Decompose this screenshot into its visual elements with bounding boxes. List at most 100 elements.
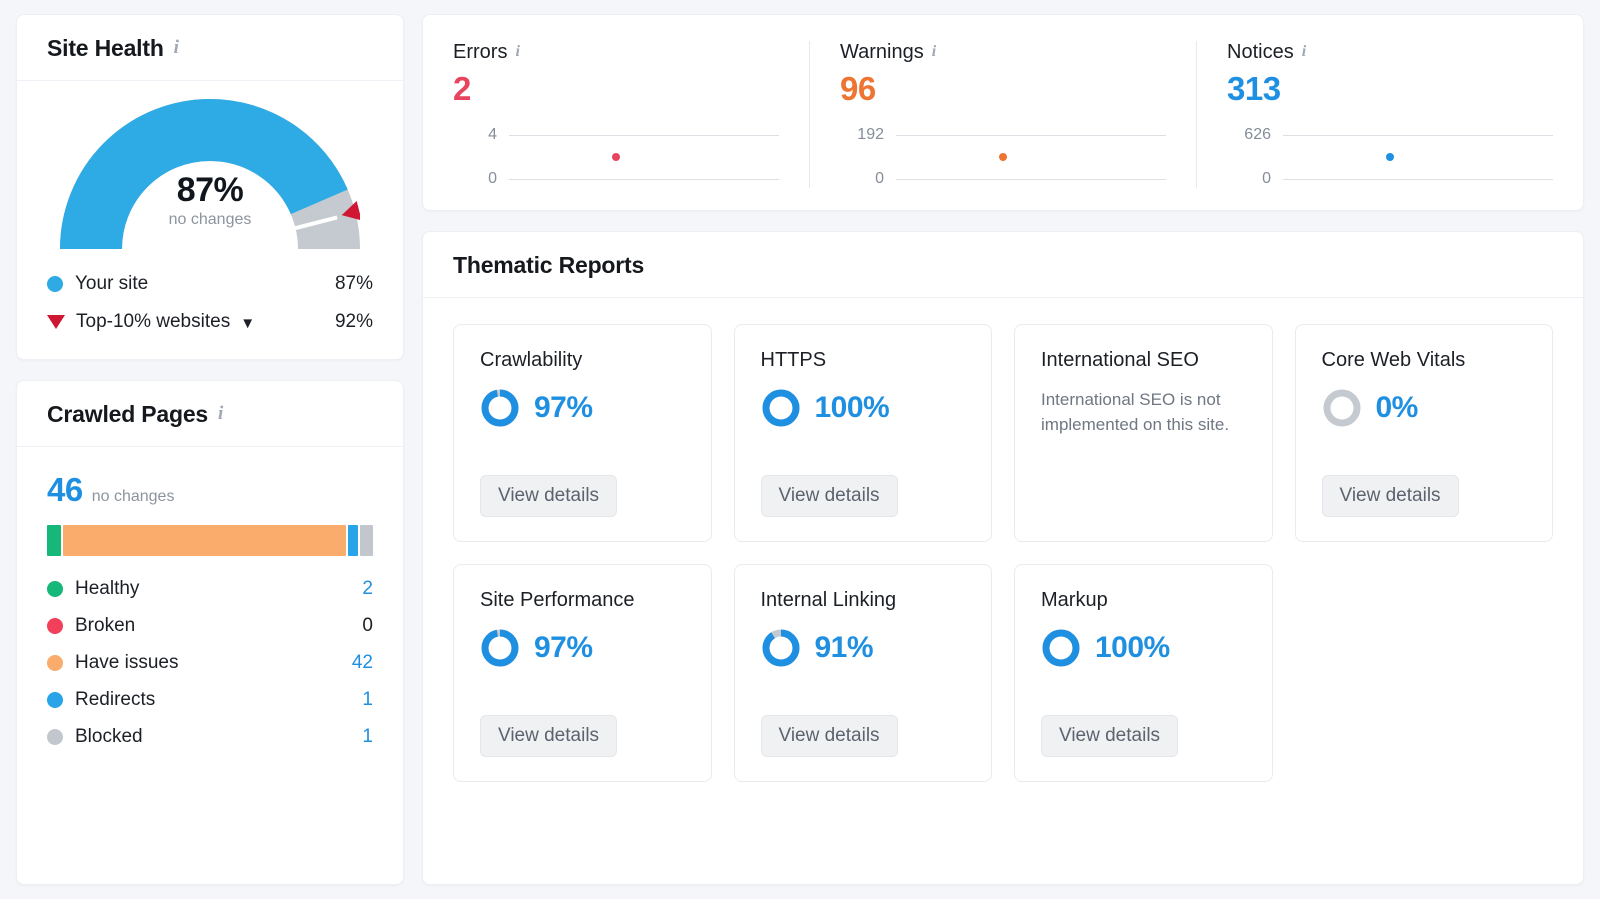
sparkline-axis-top: 626 xyxy=(1227,126,1553,144)
sparkline-gridline xyxy=(509,179,779,180)
dashboard-page: Site Health i xyxy=(0,0,1600,899)
thematic-report-tile[interactable]: Core Web Vitals0%View details xyxy=(1295,324,1554,542)
thematic-report-tile[interactable]: Site Performance97%View details xyxy=(453,564,712,782)
stat-label: Warnings xyxy=(840,41,924,64)
legend-label: Top-10% websites xyxy=(76,311,230,333)
thematic-report-name: Core Web Vitals xyxy=(1322,349,1527,372)
progress-ring-icon xyxy=(761,628,801,668)
thematic-report-name: Markup xyxy=(1041,589,1246,612)
thematic-report-tile[interactable]: International SEOInternational SEO is no… xyxy=(1014,324,1273,542)
thematic-report-percent: 100% xyxy=(1095,631,1170,665)
crawled-pages-body: 46 no changes Healthy2 Broken0 Have issues… xyxy=(17,447,403,778)
right-column: Errorsi240Warningsi961920Noticesi3136260… xyxy=(422,14,1584,885)
info-icon[interactable]: i xyxy=(174,38,179,57)
legend-item-your-site: Your site 87% xyxy=(47,273,373,295)
stacked-bar-segment[interactable] xyxy=(47,525,61,556)
crawled-pages-title: Crawled Pages xyxy=(47,401,208,428)
sparkline-tick-max: 626 xyxy=(1227,126,1271,144)
info-icon[interactable]: i xyxy=(1302,44,1306,60)
thematic-report-tile[interactable]: HTTPS 100% View details xyxy=(734,324,993,542)
site-health-gauge: 87% no changes xyxy=(60,99,360,257)
thematic-reports-row-1: Crawlability 97% View details HTTPS 100% View… xyxy=(453,324,1553,542)
legend-dot-icon xyxy=(47,276,63,292)
stat-value: 313 xyxy=(1227,70,1553,108)
thematic-report-tile[interactable]: Markup 100% View details xyxy=(1014,564,1273,782)
stat-label-row: Errorsi xyxy=(453,41,779,64)
thematic-report-percent: 97% xyxy=(534,631,593,665)
crawled-pages-row[interactable]: Broken0 xyxy=(47,615,373,637)
sparkline-point[interactable] xyxy=(999,153,1007,161)
view-details-button[interactable]: View details xyxy=(1041,715,1178,757)
thematic-report-tile[interactable]: Crawlability 97% View details xyxy=(453,324,712,542)
issue-stats-card: Errorsi240Warningsi961920Noticesi3136260 xyxy=(422,14,1584,211)
site-health-header: Site Health i xyxy=(17,15,403,81)
view-details-button[interactable]: View details xyxy=(1322,475,1459,517)
crawled-pages-row[interactable]: Healthy2 xyxy=(47,578,373,600)
thematic-report-percent: 100% xyxy=(815,391,890,425)
progress-ring-icon xyxy=(480,628,520,668)
sparkline-axis-top: 192 xyxy=(840,126,1166,144)
crawled-pages-row-label: Have issues xyxy=(75,652,339,674)
crawled-pages-total: 46 no changes xyxy=(47,471,373,509)
crawled-pages-row[interactable]: Have issues42 xyxy=(47,652,373,674)
thematic-reports-row-2: Site Performance97%View detailsInternal … xyxy=(453,564,1553,782)
sparkline-axis-top: 4 xyxy=(453,126,779,144)
crawled-pages-row[interactable]: Blocked1 xyxy=(47,726,373,748)
triangle-down-icon xyxy=(47,315,65,329)
site-health-card: Site Health i xyxy=(16,14,404,360)
info-icon[interactable]: i xyxy=(932,44,936,60)
stat-label: Notices xyxy=(1227,41,1294,64)
stat-cell-errors: Errorsi240 xyxy=(423,41,809,188)
stacked-bar-segment[interactable] xyxy=(63,525,346,556)
progress-ring-icon xyxy=(1322,388,1362,428)
view-details-button[interactable]: View details xyxy=(480,715,617,757)
view-details-button[interactable]: View details xyxy=(761,475,898,517)
stat-label: Errors xyxy=(453,41,507,64)
stacked-bar-segment[interactable] xyxy=(360,525,373,556)
info-icon[interactable]: i xyxy=(515,44,519,60)
sparkline-gridline xyxy=(896,179,1166,180)
sparkline-tick-min: 0 xyxy=(1227,170,1271,188)
thematic-report-name: HTTPS xyxy=(761,349,966,372)
sparkline-point[interactable] xyxy=(612,153,620,161)
view-details-button[interactable]: View details xyxy=(480,475,617,517)
legend-value: 92% xyxy=(335,311,373,333)
progress-ring-icon xyxy=(1041,628,1081,668)
crawled-pages-row[interactable]: Redirects1 xyxy=(47,689,373,711)
stat-sparkline: 40 xyxy=(453,126,779,188)
thematic-report-description: International SEO is not implemented on … xyxy=(1041,388,1246,437)
thematic-report-score: 91% xyxy=(761,628,966,668)
left-column: Site Health i xyxy=(16,14,404,885)
thematic-reports-card: Thematic Reports Crawlability97%View det… xyxy=(422,231,1584,885)
legend-item-top-10-websites[interactable]: Top-10% websites ▼ 92% xyxy=(47,311,373,333)
thematic-reports-body: Crawlability 97% View details HTTPS 100% View… xyxy=(423,298,1583,884)
thematic-report-percent: 97% xyxy=(534,391,593,425)
site-health-body: 87% no changes Your site 87% Top-10% web… xyxy=(17,81,403,359)
stat-sparkline: 626 0 xyxy=(1227,126,1553,188)
sparkline-point[interactable] xyxy=(1386,153,1394,161)
thematic-report-score: 100% xyxy=(1041,628,1246,668)
chevron-down-icon[interactable]: ▼ xyxy=(240,316,255,331)
stat-sparkline: 1920 xyxy=(840,126,1166,188)
legend-value: 87% xyxy=(335,273,373,295)
info-icon[interactable]: i xyxy=(218,404,223,423)
status-dot-icon xyxy=(47,729,63,745)
sparkline-gridline xyxy=(1283,179,1553,180)
status-dot-icon xyxy=(47,655,63,671)
crawled-pages-row-value: 1 xyxy=(339,689,373,711)
crawled-pages-row-value: 1 xyxy=(339,726,373,748)
sparkline-gridline xyxy=(896,135,1166,136)
crawled-pages-row-label: Redirects xyxy=(75,689,339,711)
crawled-pages-row-value: 2 xyxy=(339,578,373,600)
crawled-pages-row-value: 42 xyxy=(339,652,373,674)
thematic-report-score: 97% xyxy=(480,628,685,668)
crawled-pages-legend: Healthy2Broken0Have issues42Redirects1Bl… xyxy=(47,578,373,748)
stat-cell-notices: Notices i 313 626 0 xyxy=(1196,41,1583,188)
thematic-report-tile[interactable]: Internal Linking91%View details xyxy=(734,564,993,782)
stacked-bar-segment[interactable] xyxy=(348,525,358,556)
view-details-button[interactable]: View details xyxy=(761,715,898,757)
stat-label-row: Notices i xyxy=(1227,41,1553,64)
sparkline-axis-bottom: 0 xyxy=(453,170,779,188)
sparkline-axis-bottom: 0 xyxy=(840,170,1166,188)
thematic-report-name: Crawlability xyxy=(480,349,685,372)
